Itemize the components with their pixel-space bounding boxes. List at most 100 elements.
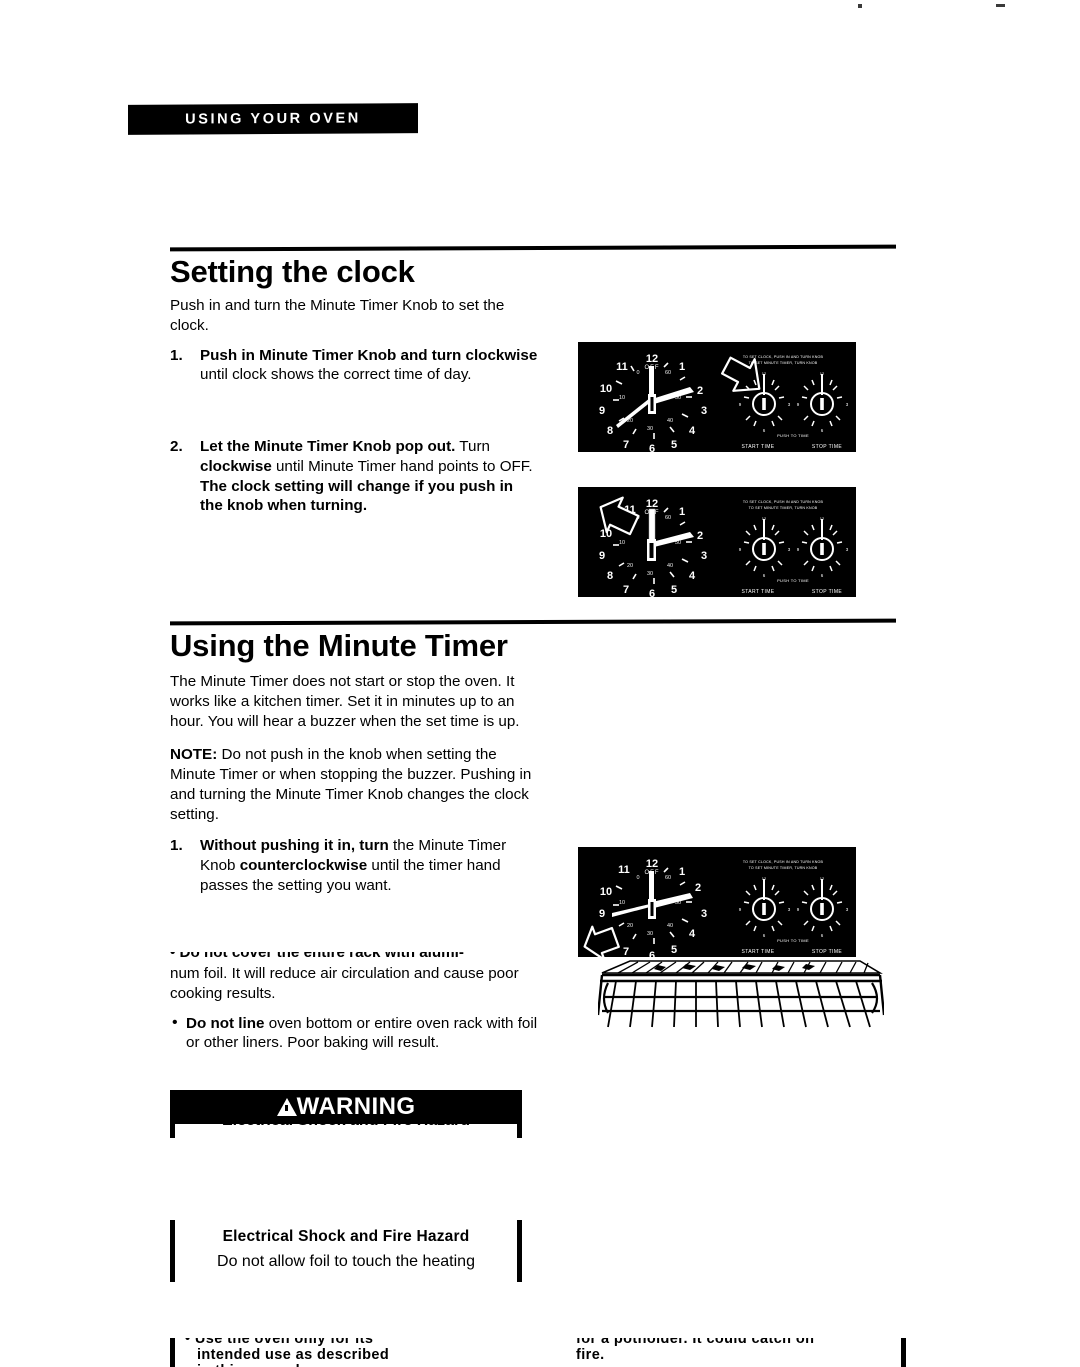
note-label: NOTE:	[170, 746, 218, 764]
warning-clipped-line: Electrical Shock and Fire Hazard	[175, 1124, 517, 1130]
svg-text:7: 7	[623, 439, 629, 451]
scan-registration-mark-left	[858, 4, 862, 8]
svg-text:5: 5	[671, 944, 677, 956]
svg-text:9: 9	[599, 908, 605, 920]
foil-bullet-list: • Do not line oven bottom or entire oven…	[170, 1014, 538, 1054]
svg-text:6: 6	[821, 428, 824, 433]
svg-text:7: 7	[623, 584, 629, 596]
svg-text:9: 9	[739, 402, 742, 407]
warning-continuation-block: Electrical Shock and Fire Hazard Do not …	[170, 1220, 522, 1282]
foil-bullet-bold: Do not line	[186, 1014, 265, 1032]
svg-text:6: 6	[649, 588, 655, 597]
warning-banner: WARNING	[170, 1090, 522, 1124]
svg-text:6: 6	[821, 573, 824, 578]
svg-text:9: 9	[797, 547, 800, 552]
svg-text:10: 10	[619, 395, 625, 401]
svg-text:1: 1	[679, 866, 685, 878]
svg-text:12: 12	[762, 516, 767, 521]
svg-text:60: 60	[665, 875, 671, 881]
foil-bullet-item: • Do not line oven bottom or entire oven…	[170, 1014, 538, 1054]
running-head-label: USING YOUR OVEN	[185, 110, 361, 128]
warning-block: WARNING Electrical Shock and Fire Hazard	[170, 1090, 522, 1138]
step-1-rest: until clock shows the correct time of da…	[200, 366, 472, 384]
section-divider-rule-top	[170, 244, 896, 252]
setting-the-clock-body: Push in and turn the Minute Timer Knob t…	[170, 296, 538, 528]
section-divider-rule-middle	[170, 618, 896, 626]
running-head-banner: USING YOUR OVEN	[128, 103, 418, 135]
step-1-lead: Push in Minute Timer Knob and turn clock…	[200, 346, 538, 364]
footer-left-column: • Use the oven only for its intended use…	[170, 1338, 500, 1367]
svg-text:5: 5	[671, 439, 677, 451]
svg-text:2: 2	[697, 385, 703, 397]
control-panel-illustration-step-1: 1212 345 678 91011 06050 403020 10 OFF	[578, 342, 856, 452]
svg-text:PUSH TO TIME: PUSH TO TIME	[777, 578, 809, 583]
minute-timer-intro: The Minute Timer does not start or stop …	[170, 673, 520, 730]
footer-left-line-2: intended use as described	[197, 1347, 390, 1364]
svg-text:30: 30	[647, 426, 653, 432]
svg-text:PUSH TO TIME: PUSH TO TIME	[777, 938, 809, 943]
svg-text:12: 12	[820, 876, 825, 881]
svg-text:6: 6	[649, 950, 655, 957]
step-2-number: 2.	[170, 438, 183, 455]
bullet-glyph-icon: •	[172, 1013, 178, 1031]
svg-text:0: 0	[636, 875, 639, 881]
scan-registration-mark-right	[996, 4, 1005, 7]
svg-text:8: 8	[607, 570, 613, 582]
step-2-lead: Let the Minute Timer Knob pop out.	[200, 438, 456, 455]
svg-text:3: 3	[846, 402, 849, 407]
svg-text:10: 10	[600, 383, 612, 395]
warning-triangle-icon	[276, 1098, 297, 1116]
svg-text:12: 12	[820, 516, 825, 521]
svg-text:STOP TIME: STOP TIME	[812, 949, 843, 955]
step-1: 1. Push in Minute Timer Knob and turn cl…	[170, 346, 538, 386]
svg-text:START TIME: START TIME	[741, 949, 774, 955]
step-2-tail-bold: The clock setting will change if you pus…	[200, 477, 514, 515]
svg-text:11: 11	[618, 864, 630, 876]
svg-text:10: 10	[600, 886, 612, 898]
svg-text:10: 10	[619, 900, 625, 906]
oven-rack-foil-illustration	[598, 957, 884, 1029]
svg-text:6: 6	[763, 933, 766, 938]
timer-step-1-bold2: counterclockwise	[239, 857, 368, 874]
svg-text:3: 3	[846, 547, 849, 552]
svg-text:PUSH TO TIME: PUSH TO TIME	[777, 433, 809, 438]
svg-text:9: 9	[739, 907, 742, 912]
svg-text:2: 2	[695, 882, 701, 894]
svg-text:12: 12	[646, 498, 658, 510]
minute-timer-note: NOTE: Do not push in the knob when setti…	[170, 745, 538, 824]
svg-text:4: 4	[689, 570, 696, 582]
setting-the-clock-steps: 1. Push in Minute Timer Knob and turn cl…	[170, 346, 538, 517]
svg-text:12: 12	[762, 371, 767, 376]
svg-text:6: 6	[763, 573, 766, 578]
svg-text:0: 0	[636, 370, 639, 376]
svg-text:3: 3	[701, 908, 707, 920]
footer-right-column: for a potholder. It could catch on fire.	[576, 1338, 906, 1367]
svg-text:30: 30	[647, 571, 653, 577]
warning-banner-label: WARNING	[296, 1093, 416, 1120]
svg-text:20: 20	[627, 563, 633, 569]
footer-left-line-1: • Use the oven only for its	[185, 1338, 374, 1347]
svg-text:TO SET CLOCK, PUSH IN AND TURN: TO SET CLOCK, PUSH IN AND TURN KNOB	[743, 500, 824, 504]
foil-clipped-line: • Do not cover the entire rack with alum…	[170, 952, 464, 961]
svg-text:12: 12	[820, 371, 825, 376]
svg-text:60: 60	[665, 515, 671, 521]
svg-text:3: 3	[846, 907, 849, 912]
svg-text:1: 1	[679, 361, 685, 373]
section-title-using-the-minute-timer: Using the Minute Timer	[170, 628, 508, 663]
control-panel-illustration-step-2: 1212 345 678 91011 06050 403020 10 OFF	[578, 487, 856, 597]
svg-text:30: 30	[647, 931, 653, 937]
svg-text:6: 6	[649, 443, 655, 452]
svg-text:1: 1	[679, 506, 685, 518]
svg-text:TO SET MINUTE TIMER, TURN KNOB: TO SET MINUTE TIMER, TURN KNOB	[749, 361, 818, 365]
svg-text:5: 5	[671, 584, 677, 596]
warning-clipped-line-wrapper: Electrical Shock and Fire Hazard	[170, 1124, 522, 1138]
svg-text:2: 2	[697, 530, 703, 542]
svg-text:40: 40	[667, 418, 673, 424]
timer-step-1-number: 1.	[170, 837, 183, 855]
svg-text:STOP TIME: STOP TIME	[812, 589, 843, 595]
svg-text:7: 7	[623, 946, 629, 957]
using-the-minute-timer-body: The Minute Timer does not start or stop …	[170, 672, 538, 908]
svg-text:12: 12	[762, 876, 767, 881]
svg-text:3: 3	[788, 547, 791, 552]
setting-the-clock-intro: Push in and turn the Minute Timer Knob t…	[170, 297, 505, 334]
